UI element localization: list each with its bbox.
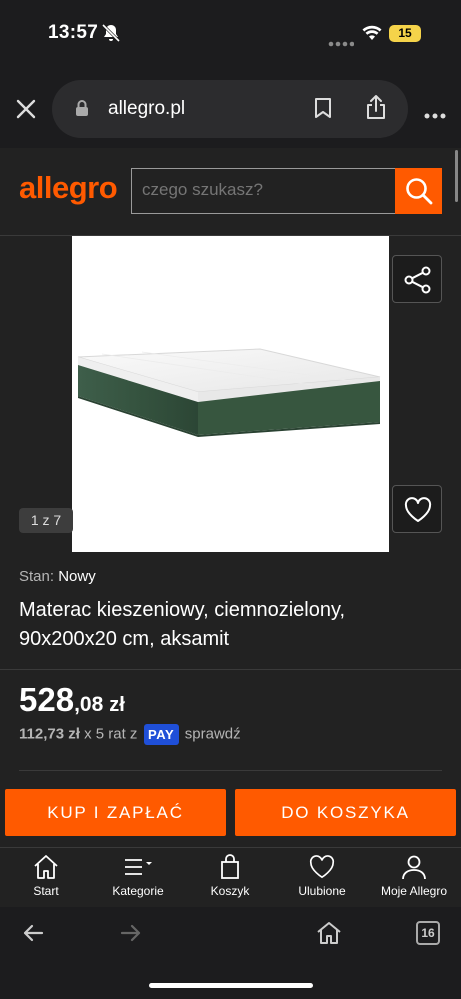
search-button[interactable] — [395, 168, 442, 214]
installment-info: 112,73 zł x 5 rat z PAY sprawdź — [19, 724, 241, 745]
mattress-illustration — [77, 348, 381, 437]
search-input[interactable] — [142, 180, 382, 200]
wifi-icon — [362, 25, 382, 46]
allegro-logo[interactable]: allegro — [19, 170, 118, 206]
add-to-favorites-button[interactable] — [392, 485, 442, 533]
product-condition: Stan: Nowy — [19, 568, 96, 585]
browser-toolbar: 16 — [0, 907, 461, 999]
more-options-icon[interactable] — [424, 106, 446, 124]
home-icon[interactable] — [316, 921, 342, 950]
menu-icon — [125, 859, 152, 875]
nav-item-start[interactable]: Start — [0, 852, 92, 904]
condition-label: Stan: — [19, 568, 55, 585]
search-box[interactable] — [131, 168, 396, 214]
divider — [19, 770, 442, 771]
close-icon[interactable] — [14, 97, 38, 121]
buy-now-button[interactable]: KUP I ZAPŁAĆ — [5, 789, 226, 836]
cart-icon — [221, 854, 239, 879]
tabs-count-icon[interactable]: 16 — [416, 921, 440, 945]
nav-item-label: Kategorie — [112, 884, 164, 898]
pay-badge: PAY — [143, 724, 179, 745]
scrollbar[interactable] — [455, 150, 458, 202]
status-bar: 13:57 15 — [0, 0, 461, 70]
bookmark-icon[interactable] — [314, 97, 332, 124]
divider — [0, 669, 461, 670]
nav-item-cart[interactable]: Koszyk — [184, 852, 276, 904]
price-currency: zł — [109, 694, 125, 716]
product-image[interactable] — [72, 236, 389, 552]
back-arrow-icon[interactable] — [22, 923, 44, 948]
url-field[interactable]: allegro.pl — [52, 80, 408, 138]
battery-icon: 15 — [389, 25, 421, 42]
product-price: 528,08 zł — [19, 681, 125, 719]
site-header: allegro — [0, 148, 461, 235]
nav-item-label: Koszyk — [210, 884, 250, 898]
condition-value: Nowy — [58, 568, 96, 585]
price-integer: 528 — [19, 681, 75, 718]
heart-icon — [404, 497, 432, 522]
url-text: allegro.pl — [108, 98, 186, 119]
installment-amount: 112,73 zł — [19, 725, 80, 743]
forward-arrow-icon[interactable] — [120, 923, 142, 948]
installment-check-link[interactable]: sprawdź — [185, 725, 241, 742]
product-page: 1 z 7 Stan: Nowy Materac kieszeniowy, ci… — [0, 235, 461, 847]
home-indicator — [149, 983, 313, 988]
product-title: Materac kieszeniowy, ciemnozielony, 90x2… — [19, 599, 346, 650]
installment-text: x 5 rat z — [84, 725, 138, 743]
nav-item-label: Start — [33, 884, 59, 898]
signal-dots-icon — [328, 34, 355, 52]
browser-address-bar: allegro.pl — [0, 70, 461, 148]
nav-item-favorites[interactable]: Ulubione — [276, 852, 368, 904]
nav-item-label: Moje Allegro — [380, 884, 448, 898]
lock-icon — [75, 99, 89, 122]
home-icon — [34, 855, 58, 879]
nav-item-label: Ulubione — [298, 884, 346, 898]
add-to-cart-button[interactable]: DO KOSZYKA — [235, 789, 456, 836]
status-time: 13:57 — [48, 22, 99, 43]
nav-item-categories[interactable]: Kategorie — [92, 852, 184, 904]
nav-item-my-allegro[interactable]: Moje Allegro — [368, 852, 460, 904]
app-bottom-nav: Start Kategorie Koszyk Ulubione Moje All… — [0, 847, 461, 907]
user-icon — [402, 855, 426, 880]
share-nodes-icon — [404, 266, 431, 294]
share-icon[interactable] — [365, 94, 387, 125]
bell-muted-icon — [101, 23, 121, 48]
search-icon — [406, 178, 433, 205]
price-decimal: ,08 — [74, 693, 104, 716]
gallery-counter: 1 z 7 — [19, 508, 73, 533]
heart-icon — [309, 855, 335, 879]
share-product-button[interactable] — [392, 255, 442, 303]
